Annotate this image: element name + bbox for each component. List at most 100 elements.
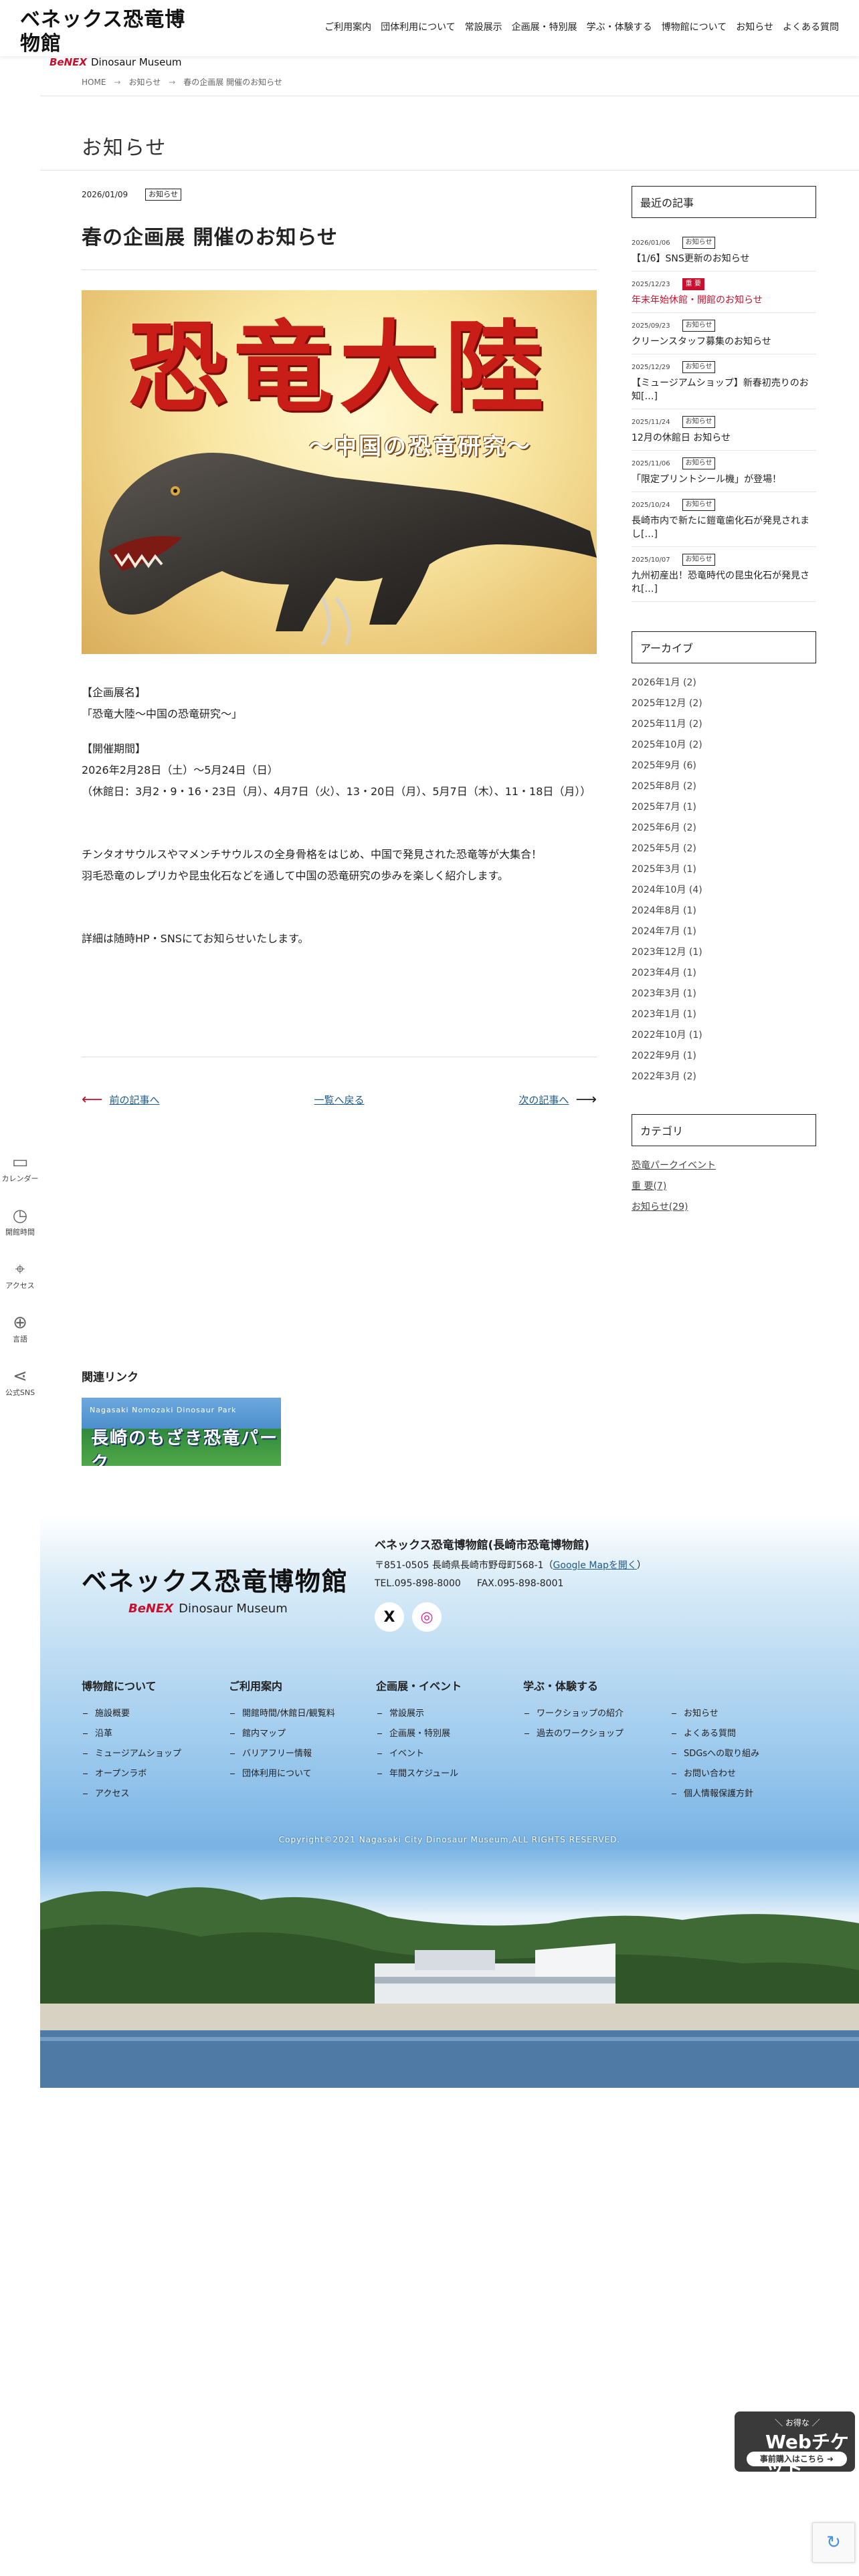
footer-link[interactable]: イベント	[376, 1744, 523, 1764]
archive-item[interactable]: 2025年10月 (2)	[632, 735, 816, 756]
nav-item-news[interactable]: お知らせ	[736, 20, 773, 33]
footer-link[interactable]: 施設概要	[82, 1704, 229, 1724]
recent-post-date: 2025/09/23	[632, 322, 670, 330]
nav-item-permanent[interactable]: 常設展示	[465, 20, 502, 33]
footer-tel[interactable]: TEL.095-898-8000	[375, 1578, 461, 1589]
left-nav-hours[interactable]: ◷ 開館時間	[0, 1205, 40, 1237]
related-links-title: 関連リンク	[82, 1371, 138, 1384]
footer-link[interactable]: アクセス	[82, 1784, 229, 1804]
archive-item[interactable]: 2025年12月 (2)	[632, 693, 816, 714]
exhibition-hero-image: 恐竜大陸 〜中国の恐竜研究〜	[82, 290, 597, 654]
footer-link[interactable]: ミュージアムショップ	[82, 1744, 229, 1764]
logo-jp: ベネックス恐竜博物館	[20, 8, 186, 56]
archive-item[interactable]: 2023年3月 (1)	[632, 984, 816, 1004]
nav-item-exhibitions[interactable]: 企画展・特別展	[512, 20, 577, 33]
x-icon[interactable]: X	[375, 1602, 404, 1632]
footer-link[interactable]: オープンラボ	[82, 1764, 229, 1784]
site-logo[interactable]: ベネックス恐竜博物館 BeNEX Dinosaur Museum	[20, 8, 201, 68]
google-map-link[interactable]: Google Mapを開く	[553, 1560, 637, 1571]
left-nav-sns[interactable]: ⋖ 公式SNS	[0, 1366, 40, 1398]
nav-item-about[interactable]: 博物館について	[662, 20, 727, 33]
back-to-list-label: 一覧へ戻る	[314, 1094, 365, 1106]
recent-post-item[interactable]: 2025/10/24 お知らせ 長崎市内で新たに鎧竜歯化石が発見されまし[…]	[632, 492, 816, 547]
category-list: 恐竜パークイベント 重 要(7) お知らせ(29)	[632, 1156, 816, 1218]
footer-link[interactable]: 沿革	[82, 1724, 229, 1744]
archive-item[interactable]: 2023年12月 (1)	[632, 942, 816, 963]
banner-subtitle: Nagasaki Nomozaki Dinosaur Park	[90, 1406, 237, 1414]
footer-link[interactable]: 常設展示	[376, 1704, 523, 1724]
left-nav-language[interactable]: ⊕ 言語	[0, 1312, 40, 1344]
footer-link[interactable]: ワークショップの紹介	[523, 1704, 670, 1724]
left-nav-access[interactable]: ⌖ アクセス	[0, 1259, 40, 1291]
clock-icon: ◷	[12, 1206, 28, 1226]
archive-item[interactable]: 2023年4月 (1)	[632, 963, 816, 984]
archive-item[interactable]: 2025年9月 (6)	[632, 756, 816, 776]
archive-item[interactable]: 2022年3月 (2)	[632, 1067, 816, 1087]
archive-item[interactable]: 2025年5月 (2)	[632, 839, 816, 859]
instagram-icon[interactable]: ◎	[412, 1602, 442, 1632]
footer-contact: TEL.095-898-8000 FAX.095-898-8001	[375, 1578, 563, 1589]
footer-link[interactable]: 館内マップ	[229, 1724, 376, 1744]
left-nav-calendar[interactable]: ▭ カレンダー	[0, 1152, 40, 1184]
recent-post-item[interactable]: 2025/11/06 お知らせ 「限定プリントシール機」が登場！	[632, 451, 816, 492]
recent-post-item[interactable]: 2025/12/23 重 要 年末年始休館・開館のお知らせ	[632, 272, 816, 313]
archive-item[interactable]: 2022年10月 (1)	[632, 1025, 816, 1046]
footer-link[interactable]: 開館時間/休館日/観覧料	[229, 1704, 376, 1724]
recent-post-item[interactable]: 2025/12/29 お知らせ 【ミュージアムショップ】新春初売りのお知[…]	[632, 354, 816, 409]
footer-logo[interactable]: ベネックス恐竜博物館 BeNEX Dinosaur Museum	[82, 1561, 349, 1616]
recent-post-title: 九州初産出！恐竜時代の昆虫化石が発見され[…]	[632, 570, 809, 595]
nav-item-guide[interactable]: ご利用案内	[324, 20, 371, 33]
recent-post-tag: お知らせ	[682, 361, 716, 373]
recent-post-item[interactable]: 2026/01/06 お知らせ 【1/6】SNS更新のお知らせ	[632, 230, 816, 272]
breadcrumb-separator: →	[114, 77, 121, 87]
archive-item[interactable]: 2026年1月 (2)	[632, 673, 816, 693]
breadcrumb-news[interactable]: お知らせ	[128, 76, 161, 88]
recent-post-item[interactable]: 2025/11/24 お知らせ 12月の休館日 お知らせ	[632, 409, 816, 451]
archive-item[interactable]: 2025年8月 (2)	[632, 776, 816, 797]
archive-item[interactable]: 2024年8月 (1)	[632, 901, 816, 922]
banner-title: 長崎のもざき恐竜パーク	[91, 1428, 279, 1466]
nav-item-faq[interactable]: よくある質問	[783, 20, 839, 33]
archive-item[interactable]: 2025年7月 (1)	[632, 797, 816, 818]
archive-item[interactable]: 2024年7月 (1)	[632, 922, 816, 942]
archive-item[interactable]: 2023年1月 (1)	[632, 1004, 816, 1025]
recent-post-tag: お知らせ	[682, 457, 716, 469]
category-item[interactable]: お知らせ(29)	[632, 1197, 816, 1218]
back-to-list-link[interactable]: 一覧へ戻る	[314, 1091, 364, 1108]
footer-link[interactable]: 企画展・特別展	[376, 1724, 523, 1744]
footer-link[interactable]: バリアフリー情報	[229, 1744, 376, 1764]
footer-link[interactable]: よくある質問	[670, 1724, 818, 1744]
archive-item[interactable]: 2025年3月 (1)	[632, 859, 816, 880]
recent-post-tag: お知らせ	[682, 499, 716, 511]
web-ticket-banner[interactable]: ＼ お得な ／ Webチケット 事前購入はこちら ➜	[735, 2411, 855, 2480]
archive-item[interactable]: 2022年9月 (1)	[632, 1046, 816, 1067]
body-text: チンタオサウルスやマメンチサウルスの全身骨格をはじめ、中国で発見された恐竜等が大…	[82, 848, 543, 861]
archive-item[interactable]: 2025年11月 (2)	[632, 714, 816, 735]
breadcrumb-home[interactable]: HOME	[82, 78, 106, 87]
category-item[interactable]: 重 要(7)	[632, 1176, 816, 1197]
dinosaur-park-banner[interactable]: Nagasaki Nomozaki Dinosaur Park 長崎のもざき恐竜…	[82, 1398, 281, 1466]
footer-link[interactable]: 個人情報保護方針	[670, 1784, 818, 1804]
left-nav-label: 開館時間	[5, 1228, 35, 1237]
archive-item[interactable]: 2025年6月 (2)	[632, 818, 816, 839]
next-post-link[interactable]: 次の記事へ ⟶	[518, 1091, 597, 1108]
archive-item[interactable]: 2024年10月 (4)	[632, 880, 816, 901]
recaptcha-badge[interactable]: ↻	[812, 2523, 855, 2563]
footer-link[interactable]: SDGsへの取り組み	[670, 1744, 818, 1764]
post-date: 2026/01/09	[82, 190, 128, 199]
footer-link[interactable]: お知らせ	[670, 1704, 818, 1724]
footer-link[interactable]: 過去のワークショップ	[523, 1724, 670, 1744]
address-end: ）	[636, 1560, 646, 1571]
recent-post-item[interactable]: 2025/09/23 お知らせ クリーンスタッフ募集のお知らせ	[632, 313, 816, 354]
footer-link[interactable]: 年間スケジュール	[376, 1764, 523, 1784]
prev-post-link[interactable]: ⟵ 前の記事へ	[82, 1091, 160, 1108]
nav-item-learn[interactable]: 学ぶ・体験する	[587, 20, 652, 33]
footer-link[interactable]: 団体利用について	[229, 1764, 376, 1784]
left-nav-label: アクセス	[5, 1281, 35, 1290]
footer-logo-jp: ベネックス恐竜博物館	[82, 1567, 349, 1596]
footer-link[interactable]: お問い合わせ	[670, 1764, 818, 1784]
recent-post-item[interactable]: 2025/10/07 お知らせ 九州初産出！恐竜時代の昆虫化石が発見され[…]	[632, 547, 816, 602]
category-item[interactable]: 恐竜パークイベント	[632, 1156, 816, 1176]
nav-item-groups[interactable]: 団体利用について	[381, 20, 456, 33]
museum-landscape-photo	[40, 1887, 859, 2088]
